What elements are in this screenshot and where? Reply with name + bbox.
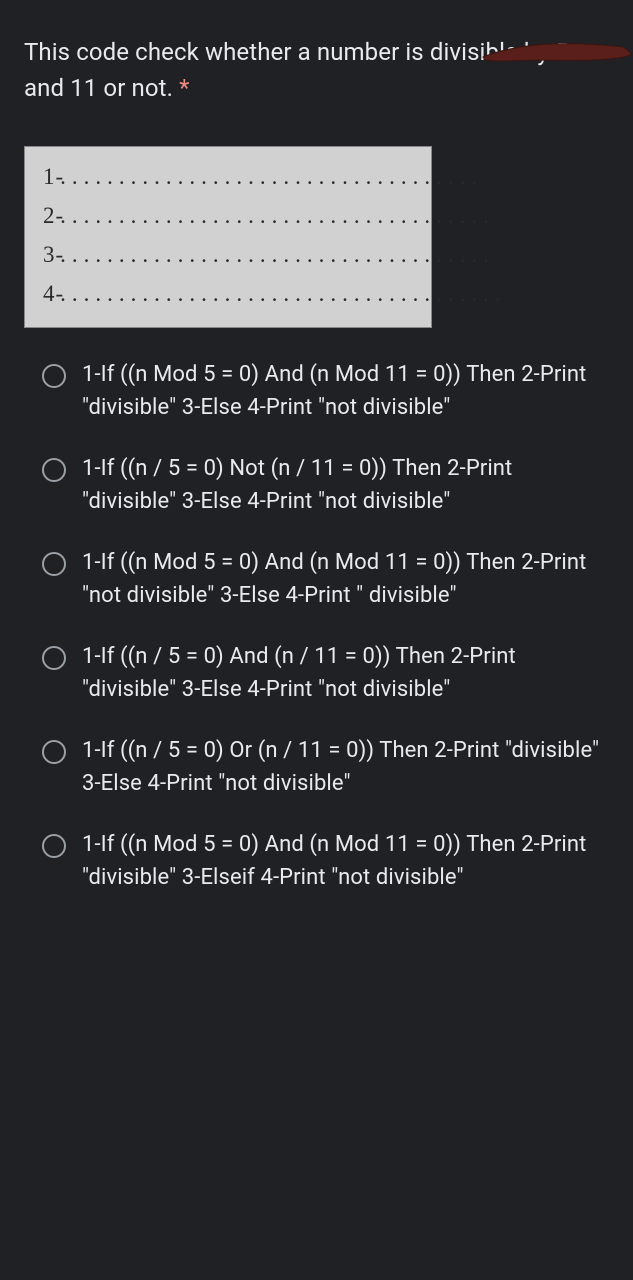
- radio-icon[interactable]: [42, 834, 66, 858]
- option-label: 1-If ((n Mod 5 = 0) And (n Mod 11 = 0)) …: [82, 546, 609, 612]
- pen-scribble-decoration: [473, 32, 633, 72]
- radio-icon[interactable]: [42, 364, 66, 388]
- option-3[interactable]: 1-If ((n Mod 5 = 0) And (n Mod 11 = 0)) …: [24, 546, 609, 612]
- option-label: 1-If ((n / 5 = 0) Or (n / 11 = 0)) Then …: [82, 734, 609, 800]
- code-line-2: 2-.....................................: [43, 196, 413, 235]
- radio-icon[interactable]: [42, 552, 66, 576]
- code-line-1: 1-....................................: [43, 157, 413, 196]
- option-label: 1-If ((n / 5 = 0) And (n / 11 = 0)) Then…: [82, 640, 609, 706]
- option-4[interactable]: 1-If ((n / 5 = 0) And (n / 11 = 0)) Then…: [24, 640, 609, 706]
- radio-icon[interactable]: [42, 740, 66, 764]
- radio-icon[interactable]: [42, 458, 66, 482]
- option-2[interactable]: 1-If ((n / 5 = 0) Not (n / 11 = 0)) Then…: [24, 452, 609, 518]
- option-label: 1-If ((n Mod 5 = 0) And (n Mod 11 = 0)) …: [82, 828, 609, 894]
- option-label: 1-If ((n Mod 5 = 0) And (n Mod 11 = 0)) …: [82, 358, 609, 424]
- required-asterisk: *: [179, 74, 189, 102]
- option-label: 1-If ((n / 5 = 0) Not (n / 11 = 0)) Then…: [82, 452, 609, 518]
- code-fill-blank-box: 1-.................................... 2…: [24, 146, 432, 328]
- code-line-4: 4-......................................: [43, 274, 413, 313]
- options-group: 1-If ((n Mod 5 = 0) And (n Mod 11 = 0)) …: [24, 358, 609, 894]
- option-1[interactable]: 1-If ((n Mod 5 = 0) And (n Mod 11 = 0)) …: [24, 358, 609, 424]
- option-6[interactable]: 1-If ((n Mod 5 = 0) And (n Mod 11 = 0)) …: [24, 828, 609, 894]
- radio-icon[interactable]: [42, 646, 66, 670]
- code-line-3: 3-.....................................: [43, 235, 413, 274]
- option-5[interactable]: 1-If ((n / 5 = 0) Or (n / 11 = 0)) Then …: [24, 734, 609, 800]
